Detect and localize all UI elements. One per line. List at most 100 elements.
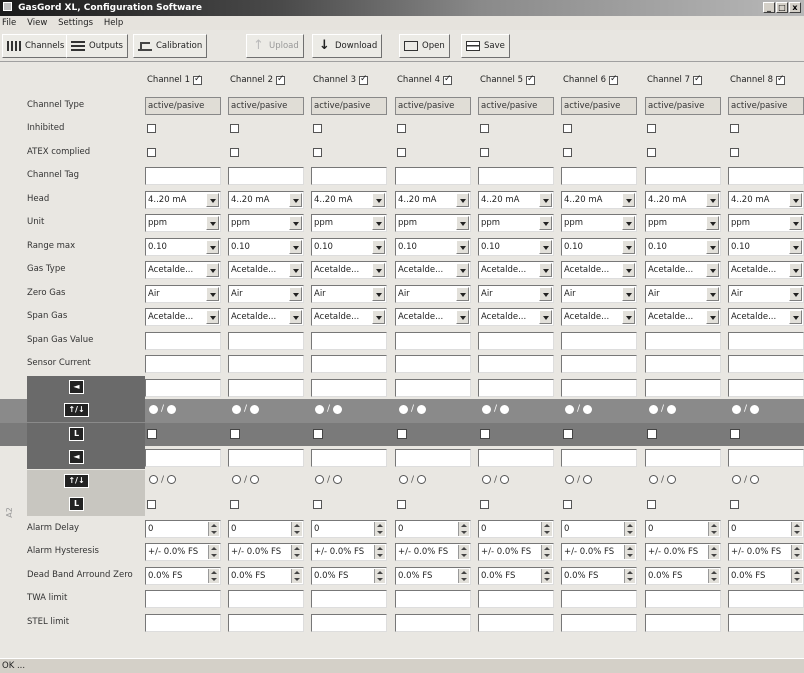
a2-threshold-input[interactable] [311,449,387,467]
twa-limit-input[interactable] [478,590,554,608]
dropdown-arrow-icon[interactable] [706,192,719,207]
minimize-button[interactable]: _ [763,2,775,13]
menu-help[interactable]: Help [104,18,123,28]
span-gas-select[interactable]: Acetalde... [145,308,221,326]
a1-falling-radio[interactable] [417,404,427,414]
a2-latch-checkbox[interactable] [563,500,572,509]
sensor-current-input[interactable] [145,355,221,373]
span-gas-select[interactable]: Acetalde... [311,308,387,326]
atex-checkbox[interactable] [480,147,489,157]
span-gas-value-input[interactable] [728,331,804,350]
dropdown-arrow-icon[interactable] [706,263,719,277]
a1-falling-radio[interactable] [583,404,593,414]
channel-enable-checkbox[interactable] [193,74,203,85]
unit-select[interactable]: ppm [728,214,804,232]
zero-gas-select[interactable]: Air [145,284,221,303]
a2-latch-checkbox[interactable] [147,500,156,509]
dropdown-arrow-icon[interactable] [372,263,385,277]
zero-gas-select[interactable]: Air [311,284,387,303]
head-select[interactable]: 4..20 mA [311,190,387,209]
spin-buttons-icon[interactable] [708,568,719,583]
a1-falling-radio[interactable] [333,404,343,414]
range-max-select[interactable]: 0.10 [228,237,304,256]
dropdown-arrow-icon[interactable] [706,286,719,301]
channel-enable-checkbox[interactable] [526,74,536,85]
dropdown-arrow-icon[interactable] [622,239,635,254]
dead-band-spinner[interactable]: 0.0% FS [311,566,387,585]
stel-limit-input[interactable] [645,613,721,632]
atex-checkbox[interactable] [313,147,322,157]
gas-type-select[interactable]: Acetalde... [728,261,804,279]
spin-buttons-icon[interactable] [291,568,302,583]
a1-rising-radio[interactable] [315,404,324,414]
calibration-button[interactable]: Calibration [133,34,208,58]
range-max-select[interactable]: 0.10 [145,237,221,256]
dropdown-arrow-icon[interactable] [789,310,802,324]
dropdown-arrow-icon[interactable] [206,239,219,254]
a1-threshold-input[interactable] [645,378,721,397]
alarm-hysteresis-spinner[interactable]: +/- 0.0% FS [561,543,637,561]
a2-latch-checkbox[interactable] [730,500,739,509]
a1-falling-radio[interactable] [667,404,677,414]
dropdown-arrow-icon[interactable] [539,263,552,277]
span-gas-value-input[interactable] [395,331,471,350]
a1-rising-radio[interactable] [399,404,408,414]
a1-threshold-input[interactable] [728,378,804,397]
gas-type-select[interactable]: Acetalde... [395,261,471,279]
alarm-hysteresis-spinner[interactable]: +/- 0.0% FS [478,543,554,561]
a2-rising-radio[interactable] [315,475,324,484]
a2-rising-radio[interactable] [649,475,658,484]
dropdown-arrow-icon[interactable] [789,239,802,254]
dropdown-arrow-icon[interactable] [289,216,302,230]
dropdown-arrow-icon[interactable] [706,216,719,230]
inhibited-checkbox[interactable] [313,124,322,133]
unit-select[interactable]: ppm [395,214,471,232]
channel-tag-input[interactable] [478,167,554,185]
range-max-select[interactable]: 0.10 [395,237,471,256]
alarm-delay-spinner[interactable]: 0 [145,519,221,538]
spin-buttons-icon[interactable] [458,521,469,536]
spin-buttons-icon[interactable] [458,568,469,583]
alarm-hysteresis-spinner[interactable]: +/- 0.0% FS [395,543,471,561]
a1-rising-radio[interactable] [565,404,574,414]
channel-tag-input[interactable] [145,167,221,185]
head-select[interactable]: 4..20 mA [145,190,221,209]
open-button[interactable]: Open [399,34,450,58]
a2-latch-checkbox[interactable] [647,500,656,509]
dropdown-arrow-icon[interactable] [622,216,635,230]
a1-threshold-input[interactable] [561,378,637,397]
spin-buttons-icon[interactable] [541,521,552,536]
a2-falling-radio[interactable] [667,475,677,484]
a1-threshold-input[interactable] [478,378,554,397]
sensor-current-input[interactable] [728,355,804,373]
a1-latch-checkbox[interactable] [730,428,740,439]
range-max-select[interactable]: 0.10 [645,237,721,256]
inhibited-checkbox[interactable] [480,124,489,133]
unit-select[interactable]: ppm [478,214,554,232]
a2-falling-radio[interactable] [417,475,427,484]
a2-falling-radio[interactable] [750,475,760,484]
spin-buttons-icon[interactable] [624,568,635,583]
twa-limit-input[interactable] [145,590,221,608]
atex-checkbox[interactable] [647,147,656,157]
left-arrow-icon[interactable]: ◄ [69,450,84,464]
a2-falling-radio[interactable] [167,475,177,484]
a1-rising-radio[interactable] [649,404,658,414]
dead-band-spinner[interactable]: 0.0% FS [145,566,221,585]
a1-threshold-input[interactable] [228,378,304,397]
sensor-current-input[interactable] [395,355,471,373]
dropdown-arrow-icon[interactable] [206,192,219,207]
atex-checkbox[interactable] [563,147,572,157]
a1-threshold-input[interactable] [395,378,471,397]
upload-button[interactable]: Upload [246,34,304,58]
channel-tag-input[interactable] [395,167,471,185]
a2-rising-radio[interactable] [232,475,241,484]
dropdown-arrow-icon[interactable] [372,286,385,301]
channel-enable-checkbox[interactable] [443,74,453,85]
alarm-delay-spinner[interactable]: 0 [478,519,554,538]
stel-limit-input[interactable] [728,613,804,632]
atex-checkbox[interactable] [730,147,739,157]
span-gas-select[interactable]: Acetalde... [228,308,304,326]
dropdown-arrow-icon[interactable] [206,286,219,301]
a1-falling-radio[interactable] [167,404,177,414]
